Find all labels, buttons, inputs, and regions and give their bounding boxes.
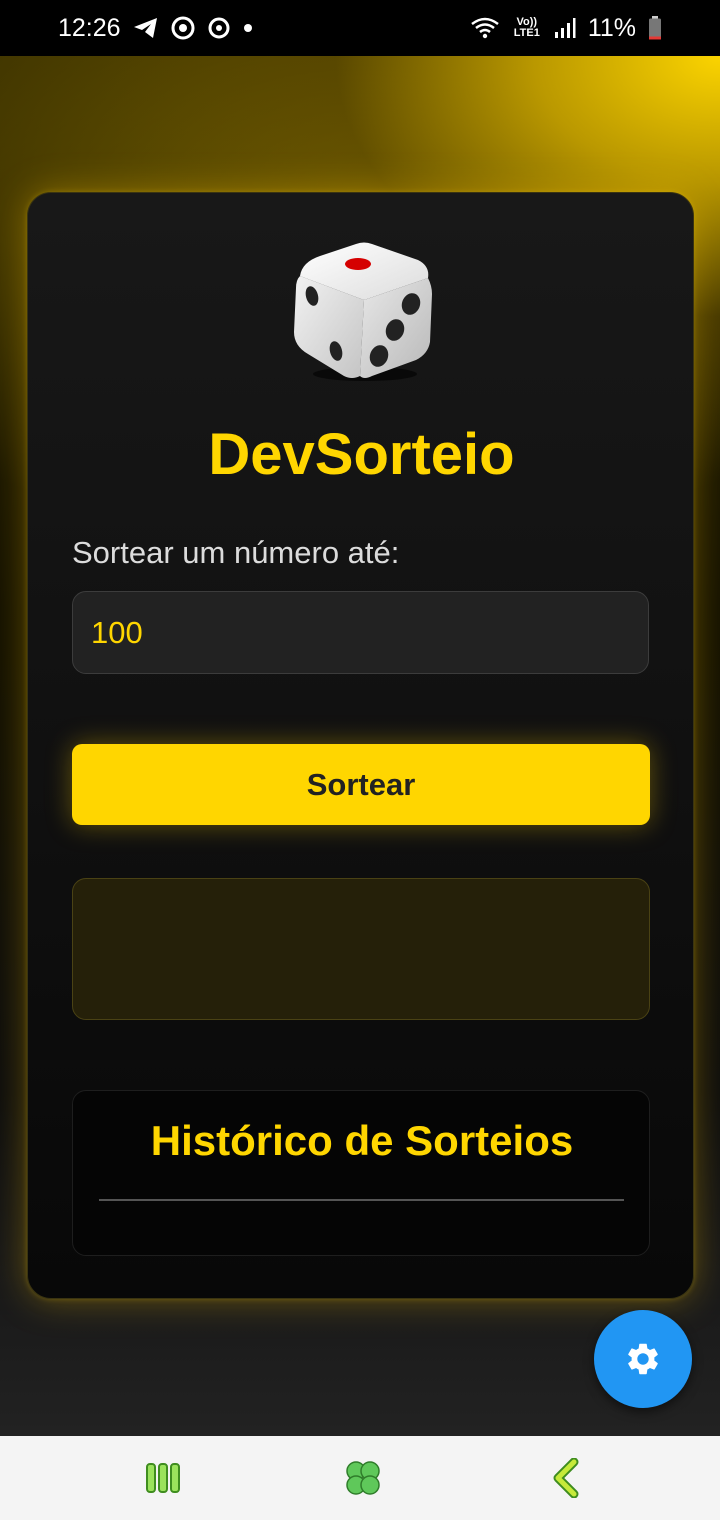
telegram-icon <box>133 16 159 40</box>
wifi-icon <box>470 16 500 40</box>
result-box <box>72 878 650 1020</box>
chrome-icon <box>171 16 195 40</box>
history-panel: Histórico de Sorteios <box>72 1090 650 1256</box>
battery-percent: 11% <box>587 13 636 42</box>
navigation-bar <box>0 1436 720 1520</box>
input-label: Sortear um número até: <box>72 535 400 570</box>
network-label: Vo)) LTE1 <box>513 16 540 39</box>
settings-button[interactable] <box>594 1310 692 1408</box>
status-bar-right: Vo)) LTE1 11% <box>470 14 662 43</box>
sync-icon <box>207 16 231 40</box>
gear-icon <box>624 1340 662 1378</box>
volte-icon: Vo)) LTE1 <box>512 17 542 39</box>
draw-button[interactable]: Sortear <box>72 744 650 825</box>
back-icon[interactable] <box>548 1457 588 1499</box>
status-bar: 12:26 Vo)) LTE1 11% <box>0 0 720 56</box>
clock: 12:26 <box>58 13 121 42</box>
dice-icon <box>290 238 436 384</box>
recents-icon[interactable] <box>143 1458 183 1498</box>
history-title: Histórico de Sorteios <box>150 1117 574 1164</box>
dot-icon <box>243 23 253 33</box>
main-card: DevSorteio Sortear um número até: 100 So… <box>27 192 694 1299</box>
status-bar-left: 12:26 <box>58 14 253 43</box>
app-background: DevSorteio Sortear um número até: 100 So… <box>0 56 720 1436</box>
max-number-input[interactable]: 100 <box>72 591 649 674</box>
history-divider <box>99 1199 624 1201</box>
app-title: DevSorteio <box>208 422 515 487</box>
home-icon[interactable] <box>343 1458 383 1498</box>
signal-icon <box>554 17 576 39</box>
battery-icon <box>648 16 662 40</box>
